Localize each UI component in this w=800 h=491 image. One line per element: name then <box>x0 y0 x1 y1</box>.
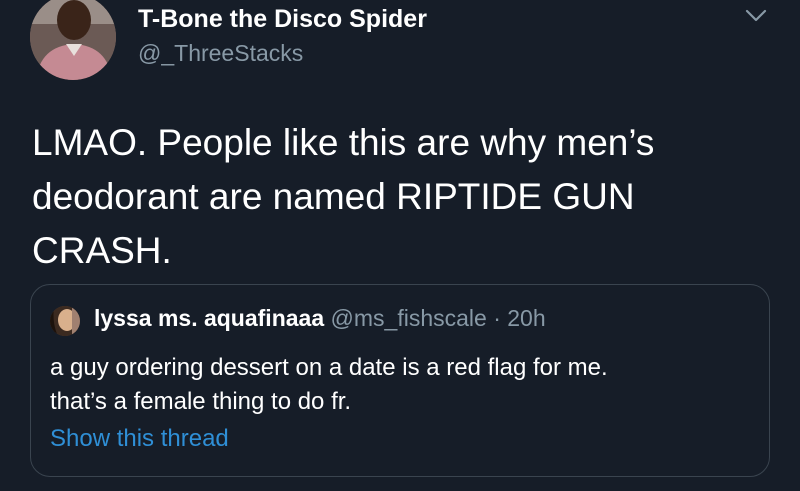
quoted-text: a guy ordering dessert on a date is a re… <box>50 351 750 419</box>
quoted-display-name[interactable]: lyssa ms. aquafinaaa <box>94 305 324 331</box>
tweet-text-line: CRASH. <box>32 230 172 271</box>
separator-dot: · <box>493 305 501 331</box>
quoted-avatar[interactable] <box>50 306 80 336</box>
show-thread-link[interactable]: Show this thread <box>50 425 229 453</box>
quoted-header: lyssa ms. aquafinaaa @ms_fishscale · 20h <box>94 305 546 332</box>
tweet: T-Bone the Disco Spider @_ThreeStacks LM… <box>0 0 800 491</box>
user-handle[interactable]: @_ThreeStacks <box>138 40 303 67</box>
avatar-photo <box>30 0 116 80</box>
avatar[interactable] <box>30 0 116 80</box>
tweet-text-line: LMAO. People like this are why men’s <box>32 122 655 163</box>
quoted-avatar-photo <box>50 306 80 336</box>
quoted-timestamp[interactable]: 20h <box>507 305 545 331</box>
quoted-tweet[interactable]: lyssa ms. aquafinaaa @ms_fishscale · 20h… <box>30 284 770 477</box>
quoted-handle[interactable]: @ms_fishscale <box>331 305 487 331</box>
tweet-text: LMAO. People like this are why men’s deo… <box>32 116 732 278</box>
display-name[interactable]: T-Bone the Disco Spider <box>138 5 427 34</box>
quoted-text-line: that’s a female thing to do fr. <box>50 388 352 415</box>
quoted-text-line: a guy ordering dessert on a date is a re… <box>50 354 608 381</box>
tweet-text-line: deodorant are named RIPTIDE GUN <box>32 176 635 217</box>
chevron-down-icon[interactable] <box>744 8 768 24</box>
